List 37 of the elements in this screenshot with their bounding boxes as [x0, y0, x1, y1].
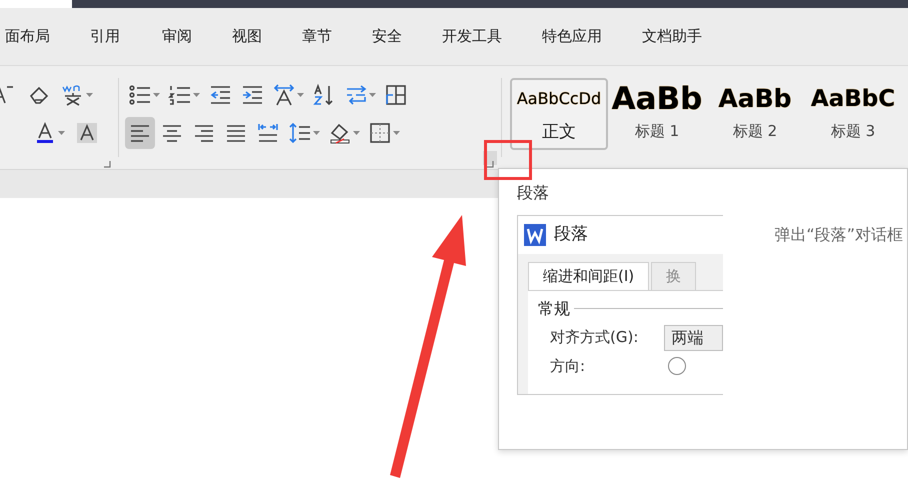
highlight-frame — [484, 140, 532, 180]
text-direction-icon — [272, 83, 296, 107]
menu-tab[interactable]: 章节 — [302, 25, 332, 48]
bullet-list-icon — [128, 83, 152, 107]
outdent-icon — [208, 83, 232, 107]
paint-bucket-icon — [328, 121, 352, 145]
borders-icon — [368, 121, 392, 145]
line-break-icon — [344, 83, 368, 107]
menu-tab[interactable]: 视图 — [232, 25, 262, 48]
section-heading: 常规 — [538, 298, 570, 320]
alignment-select[interactable]: 两端 — [664, 324, 723, 350]
radio-button[interactable] — [668, 356, 686, 375]
numbered-list-icon — [168, 83, 192, 107]
table-icon — [384, 83, 408, 107]
char-shading-icon — [75, 121, 99, 145]
tooltip-title: 段落 — [517, 182, 550, 204]
menu-tab[interactable]: 特色应用 — [542, 25, 602, 48]
line-spacing-icon — [288, 121, 312, 145]
field-label: 方向: — [550, 356, 586, 376]
indent-icon — [240, 83, 264, 107]
menu-tab[interactable]: 面布局 — [5, 25, 50, 48]
app-logo-icon — [524, 224, 546, 246]
menu-tab[interactable]: 引用 — [90, 25, 120, 48]
menu-tab[interactable]: 文档助手 — [642, 25, 702, 48]
menu-tab[interactable]: 安全 — [372, 25, 402, 48]
menu-tab[interactable]: 开发工具 — [442, 25, 502, 48]
distribute-icon — [256, 121, 280, 145]
dialog-tab[interactable]: 缩进和间距(I) — [528, 262, 650, 290]
menu-tab[interactable]: 审阅 — [162, 25, 192, 48]
tooltip-description: 弹出“段落”对话框 — [774, 224, 903, 246]
style-preset[interactable]: AaBb 标题 1 — [608, 78, 706, 150]
field-label: 对齐方式(G): — [550, 327, 640, 348]
dialog-title: 段落 — [554, 223, 588, 246]
style-preset[interactable]: AaBb 标题 2 — [706, 78, 804, 150]
style-preset[interactable]: AaBbC 标题 3 — [804, 78, 902, 150]
toolbar-button[interactable] — [125, 117, 155, 149]
style-preset[interactable]: AaBbCcDd 正文 — [510, 78, 608, 150]
